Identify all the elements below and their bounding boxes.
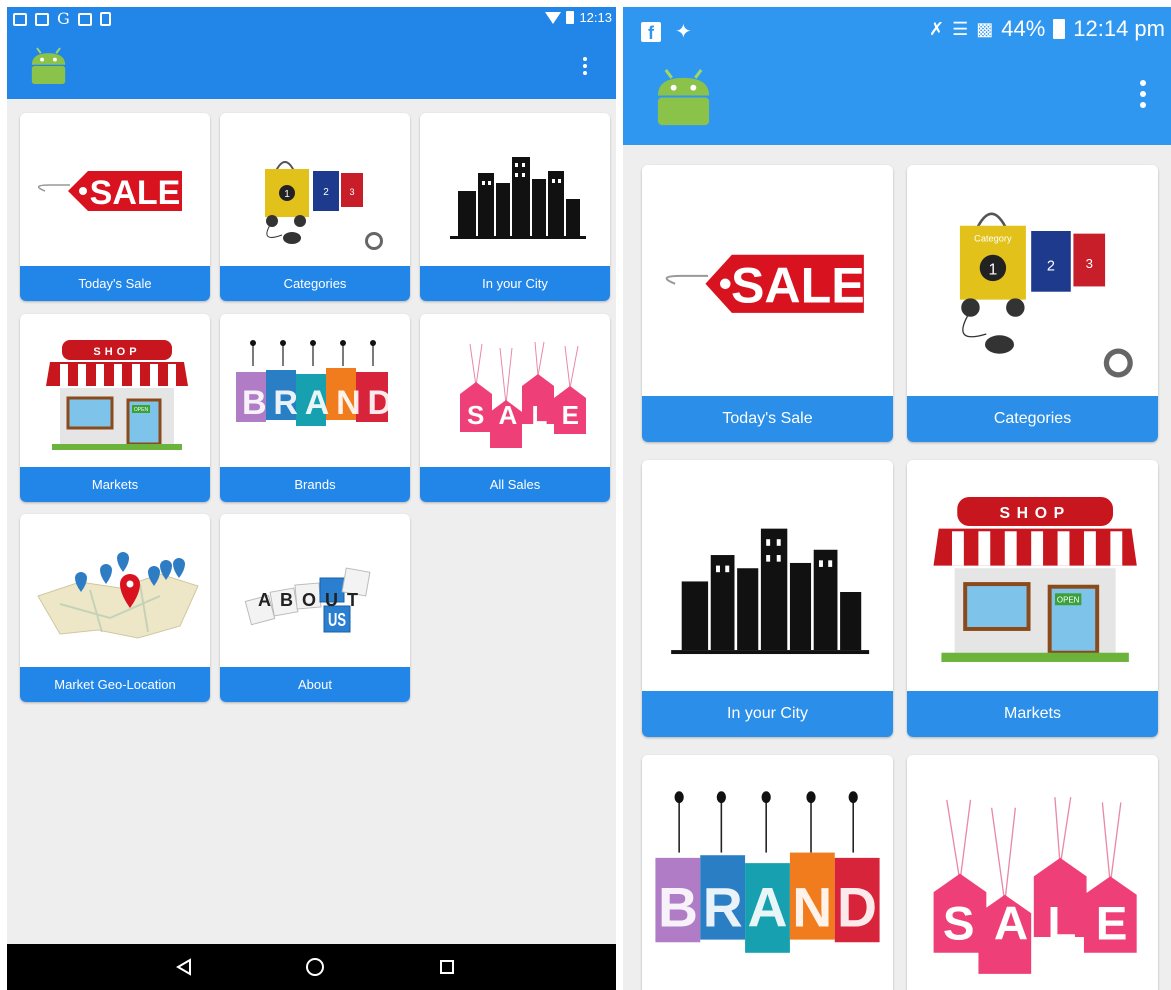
map-pins-icon — [37, 552, 199, 639]
svg-text:OPEN: OPEN — [134, 407, 149, 413]
facebook-icon: f — [641, 21, 661, 43]
tile-label: Categories — [907, 396, 1158, 442]
battery-icon — [1053, 19, 1066, 39]
android-logo-icon — [657, 69, 710, 126]
app-toolbar — [7, 33, 616, 99]
tile-label: Markets — [907, 691, 1158, 737]
signal-icon: ▩ — [976, 18, 994, 39]
city-skyline-icon — [671, 528, 870, 655]
tile-all-sales[interactable]: SALE — [907, 755, 1158, 990]
shop-storefront-icon: SHOP OPEN — [46, 340, 188, 450]
tile-label: Categories — [220, 266, 410, 301]
twitter-icon: ✦ — [675, 21, 692, 43]
svg-text:BRAND: BRAND — [658, 876, 877, 938]
tile-market-geo-location[interactable]: Market Geo-Location — [20, 514, 210, 702]
battery-icon — [566, 11, 575, 24]
status-time: 12:14 pm — [1073, 16, 1165, 41]
city-skyline-icon — [450, 157, 586, 239]
right-phone-screen: f ✦ ✗ ☰ ▩ 44% 12:14 pm SALE Today's Sale… — [623, 7, 1171, 990]
sale-hanging-tags-icon: SALE — [933, 797, 1137, 974]
left-phone-screen: G 12:13 SALE Today's Sale 1 2 3 Categori… — [7, 7, 616, 990]
svg-text:SALE: SALE — [731, 257, 865, 313]
tile-categories[interactable]: 1 2 3 Categories — [220, 113, 410, 301]
tile-markets[interactable]: SHOP OPEN Markets — [20, 314, 210, 502]
wifi-icon: ☰ — [952, 18, 969, 39]
svg-text:BRAND: BRAND — [242, 384, 392, 422]
tile-label: In your City — [642, 691, 893, 737]
overflow-menu-icon[interactable] — [583, 57, 587, 75]
home-button[interactable] — [285, 944, 345, 990]
brand-tags-icon: BRAND — [655, 791, 880, 953]
home-circle-icon — [306, 958, 324, 976]
gallery-icon — [35, 12, 49, 26]
battery-percent: 44% — [1001, 16, 1046, 41]
brand-tags-icon: BRAND — [236, 340, 392, 426]
tile-brands[interactable]: BRAND Brands — [220, 314, 410, 502]
svg-text:2: 2 — [1047, 259, 1055, 275]
shopping-bags-icon: Category 1 2 3 — [959, 212, 1133, 378]
status-bar: G 12:13 — [7, 7, 616, 33]
sale-tag-icon: SALE — [665, 254, 865, 313]
app-toolbar — [623, 52, 1171, 145]
sale-hanging-tags-icon: SALE — [460, 341, 586, 448]
tile-in-your-city[interactable]: In your City — [642, 460, 893, 737]
svg-text:Category: Category — [974, 234, 1012, 244]
cricket-icon — [13, 12, 27, 26]
tile-todays-sale[interactable]: SALE Today's Sale — [20, 113, 210, 301]
tile-brands[interactable]: BRAND — [642, 755, 893, 990]
tile-label: In your City — [420, 266, 610, 301]
back-button[interactable] — [154, 944, 214, 990]
android-logo-icon — [31, 47, 66, 84]
svg-text:2: 2 — [323, 187, 329, 198]
tile-categories[interactable]: Category 1 2 3 Categories — [907, 165, 1158, 442]
tile-label: About — [220, 667, 410, 702]
tile-label: Today's Sale — [642, 396, 893, 442]
svg-text:3: 3 — [1086, 256, 1093, 271]
svg-text:SHOP: SHOP — [93, 346, 140, 358]
tile-label: All Sales — [420, 467, 610, 502]
tile-markets[interactable]: SHOP OPEN Markets — [907, 460, 1158, 737]
system-navigation-bar — [7, 944, 616, 990]
tile-in-your-city[interactable]: In your City — [420, 113, 610, 301]
tile-all-sales[interactable]: SALE All Sales — [420, 314, 610, 502]
svg-text:3: 3 — [349, 187, 354, 197]
tile-label: Today's Sale — [20, 266, 210, 301]
notification-icons: G — [13, 9, 111, 28]
recents-button[interactable] — [417, 944, 477, 990]
google-icon: G — [57, 9, 70, 28]
tile-label: Brands — [220, 467, 410, 502]
recents-square-icon — [440, 960, 454, 974]
folder-icon — [77, 12, 92, 26]
wifi-icon — [545, 11, 562, 24]
tile-label: Markets — [20, 467, 210, 502]
mute-icon: ✗ — [928, 18, 945, 39]
tile-about[interactable]: ABOUT US About — [220, 514, 410, 702]
svg-text:1: 1 — [988, 262, 997, 279]
svg-text:1: 1 — [284, 189, 290, 200]
sale-tag-icon: SALE — [37, 171, 182, 212]
notification-icons: f ✦ — [641, 19, 692, 44]
back-triangle-icon — [176, 958, 191, 976]
status-bar: f ✦ ✗ ☰ ▩ 44% 12:14 pm — [623, 7, 1171, 52]
tile-todays-sale[interactable]: SALE Today's Sale — [642, 165, 893, 442]
status-time: 12:13 — [579, 10, 612, 25]
svg-text:SHOP: SHOP — [1000, 505, 1071, 522]
shop-storefront-icon: SHOP OPEN — [933, 496, 1137, 662]
svg-text:SALE: SALE — [90, 174, 181, 212]
shopping-bags-icon: 1 2 3 — [265, 161, 383, 250]
tile-label: Market Geo-Location — [20, 667, 210, 702]
svg-text:US: US — [328, 610, 346, 630]
svg-text:OPEN: OPEN — [1057, 596, 1080, 605]
about-us-blocks-icon: ABOUT US — [244, 567, 371, 633]
download-icon — [99, 12, 111, 26]
overflow-menu-icon[interactable] — [1140, 80, 1146, 108]
